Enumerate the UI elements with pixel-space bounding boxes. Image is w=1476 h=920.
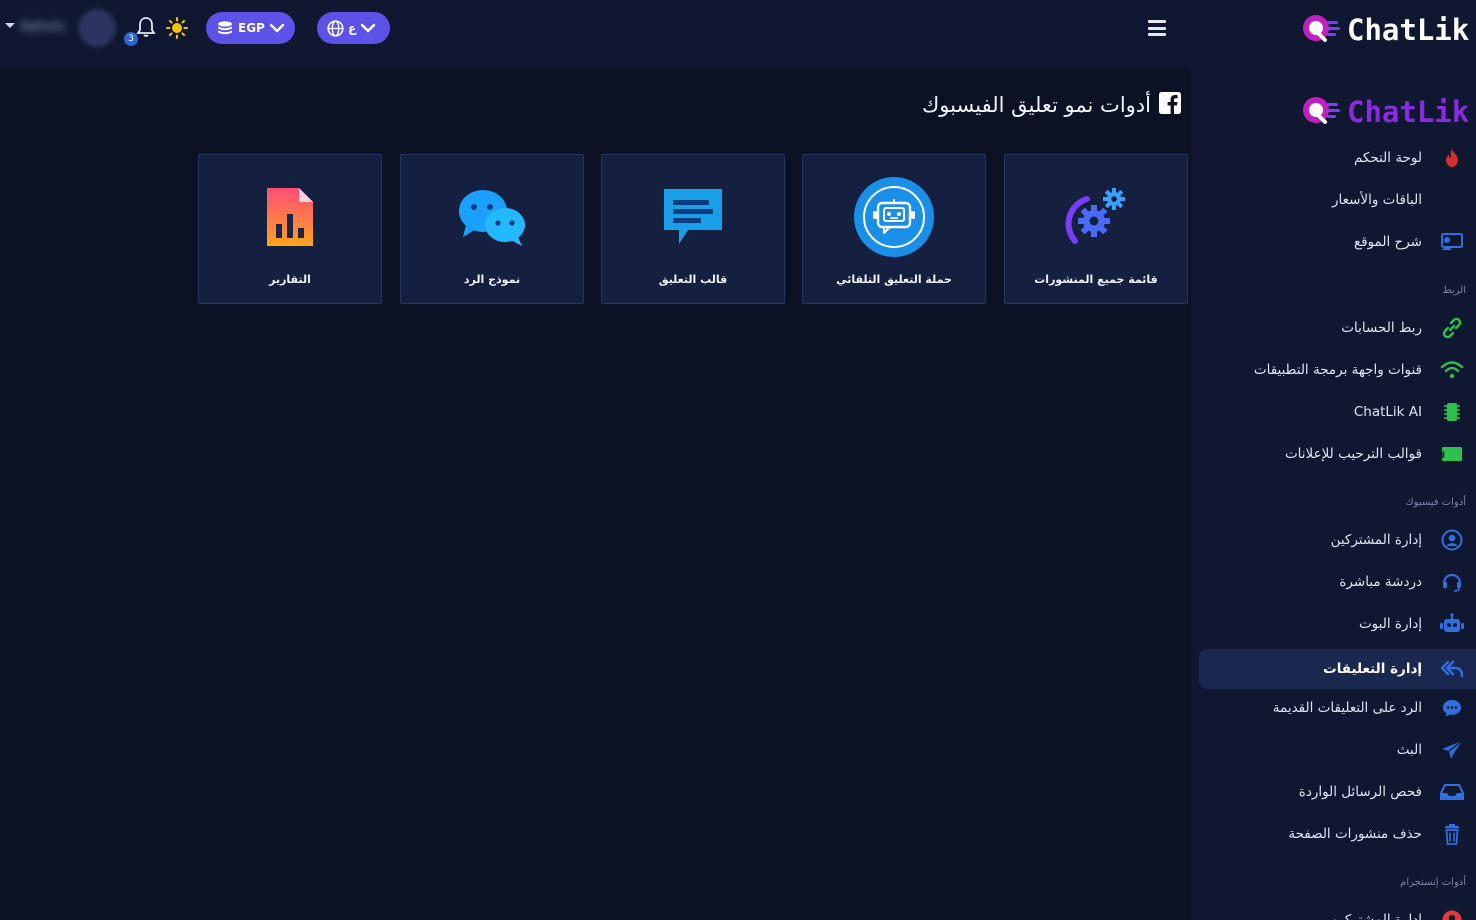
coins-icon: [216, 20, 234, 36]
sidebar-item-reply-old-comments[interactable]: الرد على التعليقات القديمة: [1199, 688, 1476, 728]
sidebar-item-comment-management[interactable]: إدارة التعليقات: [1199, 649, 1476, 689]
card-all-posts-list[interactable]: قائمة جميع المنشورات: [1004, 154, 1188, 304]
card-reports[interactable]: التقارير: [198, 154, 382, 304]
sidebar-item-bot-management[interactable]: إدارة البوت: [1199, 604, 1476, 644]
sidebar-item-broadcast[interactable]: البث: [1199, 730, 1476, 770]
sidebar-item-label: الرد على التعليقات القديمة: [1272, 700, 1422, 716]
bell-icon[interactable]: [136, 16, 156, 38]
user-circle-icon: [1438, 526, 1466, 554]
sidebar-item-chatlik-ai[interactable]: ChatLik AI: [1199, 392, 1476, 432]
sidebar-item-label: البث: [1396, 742, 1422, 758]
wifi-icon: [1438, 356, 1466, 384]
language-label: ع: [348, 21, 357, 35]
user-circle-icon: [1438, 906, 1466, 920]
sidebar-item-label: فحص الرسائل الواردة: [1298, 784, 1422, 800]
user-menu-caret-icon[interactable]: [5, 23, 15, 28]
logo-text: ChatLik: [1347, 13, 1470, 47]
chip-icon: [1438, 398, 1466, 426]
sidebar-item-link-accounts[interactable]: ربط الحسابات: [1199, 308, 1476, 348]
top-navbar: Admin 3 EGP ع ChatLik: [0, 0, 1476, 68]
sun-icon[interactable]: [166, 17, 188, 39]
robot-icon: [1438, 610, 1466, 638]
sidebar-item-label: دردشة مباشرة: [1339, 574, 1422, 590]
card-label: نموذج الرد: [463, 273, 521, 286]
notification-badge: 3: [124, 32, 138, 46]
sidebar-item-ad-welcome-templates[interactable]: Ad قوالب الترحيب للإعلانات: [1199, 434, 1476, 474]
comment-template-icon: [653, 177, 733, 257]
card-auto-comment-campaign[interactable]: حملة التعليق التلقائي: [802, 154, 986, 304]
paper-plane-icon: [1438, 736, 1466, 764]
language-selector[interactable]: ع: [317, 12, 390, 44]
sidebar-item-site-guide[interactable]: شرح الموقع: [1199, 222, 1476, 262]
card-label: قالب التعليق: [658, 273, 728, 286]
page-title-text: أدوات نمو تعليق الفيسبوك: [922, 93, 1151, 117]
trash-icon: [1438, 820, 1466, 848]
sidebar-item-subscribers[interactable]: إدارة المشتركين: [1199, 520, 1476, 560]
card-label: قائمة جميع المنشورات: [1034, 273, 1158, 286]
ad-icon: Ad: [1438, 440, 1466, 468]
sidebar-item-pricing[interactable]: $ الباقات والأسعار: [1199, 180, 1476, 220]
globe-icon: [327, 19, 344, 37]
card-label: حملة التعليق التلقائي: [836, 273, 952, 286]
logo[interactable]: ChatLik: [1301, 11, 1469, 49]
dollar-icon: $: [1438, 186, 1466, 214]
section-heading-link: الربط: [1442, 285, 1466, 296]
sidebar-item-instagram-subscribers[interactable]: إدارة المشتركين: [1199, 900, 1476, 920]
menu-toggle-icon[interactable]: [1148, 20, 1166, 36]
currency-label: EGP: [238, 21, 265, 35]
sidebar-item-label: الباقات والأسعار: [1331, 192, 1422, 208]
sidebar-item-label: شرح الموقع: [1353, 234, 1422, 250]
reply-all-icon: [1438, 655, 1466, 683]
fire-icon: [1438, 144, 1466, 172]
chevron-down-icon: [360, 23, 376, 33]
logo-text: ChatLik: [1347, 95, 1470, 129]
sidebar-item-label: إدارة المشتركين: [1330, 532, 1422, 548]
section-heading-instagram-tools: أدوات إنستجرام: [1400, 877, 1466, 888]
currency-selector[interactable]: EGP: [206, 12, 295, 44]
logo-mark-icon: [1301, 11, 1341, 49]
sidebar-item-dashboard[interactable]: لوحة التحكم: [1199, 138, 1476, 178]
link-icon: [1438, 314, 1466, 342]
sidebar-item-label: قوالب الترحيب للإعلانات: [1284, 446, 1422, 462]
sidebar-item-label: لوحة التحكم: [1353, 150, 1422, 166]
screen-share-icon: [1438, 228, 1466, 256]
card-reply-template[interactable]: نموذج الرد: [400, 154, 584, 304]
card-comment-template[interactable]: قالب التعليق: [601, 154, 785, 304]
chat-bubbles-icon: [452, 177, 532, 257]
sidebar-item-label: ربط الحسابات: [1341, 320, 1422, 336]
sidebar-item-label: قنوات واجهة برمجة التطبيقات: [1253, 362, 1422, 378]
gears-icon: [1056, 177, 1136, 257]
chevron-down-icon: [269, 23, 285, 33]
inbox-icon: [1438, 778, 1466, 806]
page-title: أدوات نمو تعليق الفيسبوك: [922, 92, 1181, 118]
comment-dots-icon: [1438, 694, 1466, 722]
sidebar-item-live-chat[interactable]: دردشة مباشرة: [1199, 562, 1476, 602]
card-label: التقارير: [269, 273, 311, 286]
robot-circle-icon: [854, 177, 934, 257]
sidebar-item-label: إدارة التعليقات: [1323, 661, 1422, 677]
headset-icon: [1438, 568, 1466, 596]
section-heading-facebook-tools: أدوات فيسبوك: [1405, 497, 1466, 508]
sidebar-item-label: حذف منشورات الصفحة: [1288, 826, 1422, 842]
sidebar-item-inbox-check[interactable]: فحص الرسائل الواردة: [1199, 772, 1476, 812]
svg-text:$: $: [1445, 189, 1446, 211]
sidebar-item-label: إدارة المشتركين: [1330, 912, 1422, 920]
sidebar-item-label: ChatLik AI: [1353, 404, 1422, 420]
user-name[interactable]: Admin: [20, 19, 65, 35]
sidebar-item-delete-page-posts[interactable]: حذف منشورات الصفحة: [1199, 814, 1476, 854]
avatar[interactable]: [78, 9, 116, 47]
sidebar-logo[interactable]: ChatLik: [1301, 93, 1469, 131]
sidebar-item-api-channels[interactable]: قنوات واجهة برمجة التطبيقات: [1199, 350, 1476, 390]
svg-text:Ad: Ad: [1441, 451, 1445, 461]
sidebar: ChatLik لوحة التحكم $ الباقات والأسعار ش…: [1191, 68, 1476, 920]
logo-mark-icon: [1301, 93, 1341, 131]
sidebar-item-label: إدارة البوت: [1358, 616, 1422, 632]
report-file-icon: [250, 177, 330, 257]
facebook-icon: [1159, 92, 1181, 118]
